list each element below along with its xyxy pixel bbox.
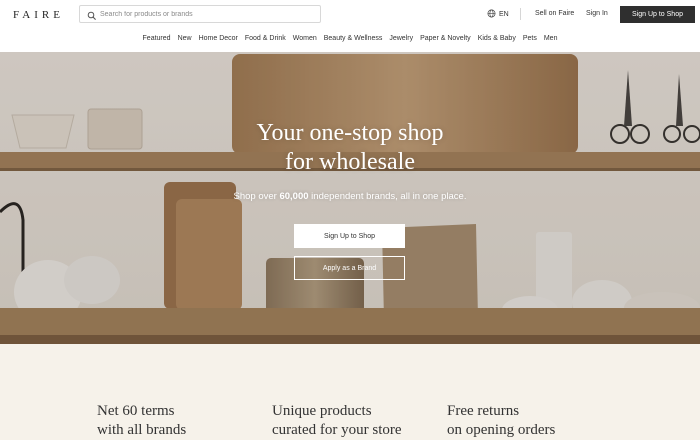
- nav-item-paper-novelty[interactable]: Paper & Novelty: [420, 35, 471, 42]
- sign-in-link[interactable]: Sign In: [586, 10, 608, 17]
- nav-item-home-decor[interactable]: Home Decor: [199, 35, 238, 42]
- value-prop-free-returns: Free returns on opening orders: [447, 403, 556, 438]
- nav-item-new[interactable]: New: [178, 35, 192, 42]
- nav-item-kids-baby[interactable]: Kids & Baby: [478, 35, 516, 42]
- hero-sign-up-button[interactable]: Sign Up to Shop: [294, 224, 405, 248]
- hero-banner: Your one-stop shop for wholesale Shop ov…: [0, 52, 700, 344]
- nav-item-food-drink[interactable]: Food & Drink: [245, 35, 286, 42]
- category-nav: Featured New Home Decor Food & Drink Wom…: [0, 35, 700, 42]
- sign-up-button[interactable]: Sign Up to Shop: [620, 6, 695, 23]
- hero-brand-count: 60,000: [279, 191, 309, 202]
- value-props-section: Net 60 terms with all brands Unique prod…: [0, 344, 700, 438]
- language-selector[interactable]: EN: [487, 9, 509, 20]
- search-bar[interactable]: [79, 5, 321, 23]
- search-icon: [87, 8, 97, 26]
- header-divider: [520, 8, 521, 20]
- hero-title: Your one-stop shop for wholesale: [256, 120, 444, 175]
- faire-logo[interactable]: FAIRE: [13, 9, 64, 21]
- top-header: FAIRE EN Sell on Faire Sign In Sign Up t…: [0, 0, 700, 52]
- apply-as-brand-button[interactable]: Apply as a Brand: [294, 256, 405, 280]
- hero-subtitle-pre: Shop over: [233, 191, 280, 202]
- value-prop-net-terms: Net 60 terms with all brands: [97, 403, 187, 438]
- nav-item-beauty-wellness[interactable]: Beauty & Wellness: [324, 35, 383, 42]
- nav-item-jewelry[interactable]: Jewelry: [389, 35, 413, 42]
- search-input[interactable]: [100, 6, 315, 22]
- language-label: EN: [499, 11, 509, 18]
- nav-item-pets[interactable]: Pets: [523, 35, 537, 42]
- nav-item-women[interactable]: Women: [293, 35, 317, 42]
- globe-icon: [487, 9, 496, 20]
- hero-subtitle-post: independent brands, all in one place.: [308, 191, 467, 202]
- sell-on-faire-link[interactable]: Sell on Faire: [535, 10, 574, 17]
- nav-item-featured[interactable]: Featured: [143, 35, 171, 42]
- value-prop-unique-products: Unique products curated for your store: [272, 403, 402, 438]
- hero-subtitle: Shop over 60,000 independent brands, all…: [0, 191, 700, 202]
- nav-item-men[interactable]: Men: [544, 35, 558, 42]
